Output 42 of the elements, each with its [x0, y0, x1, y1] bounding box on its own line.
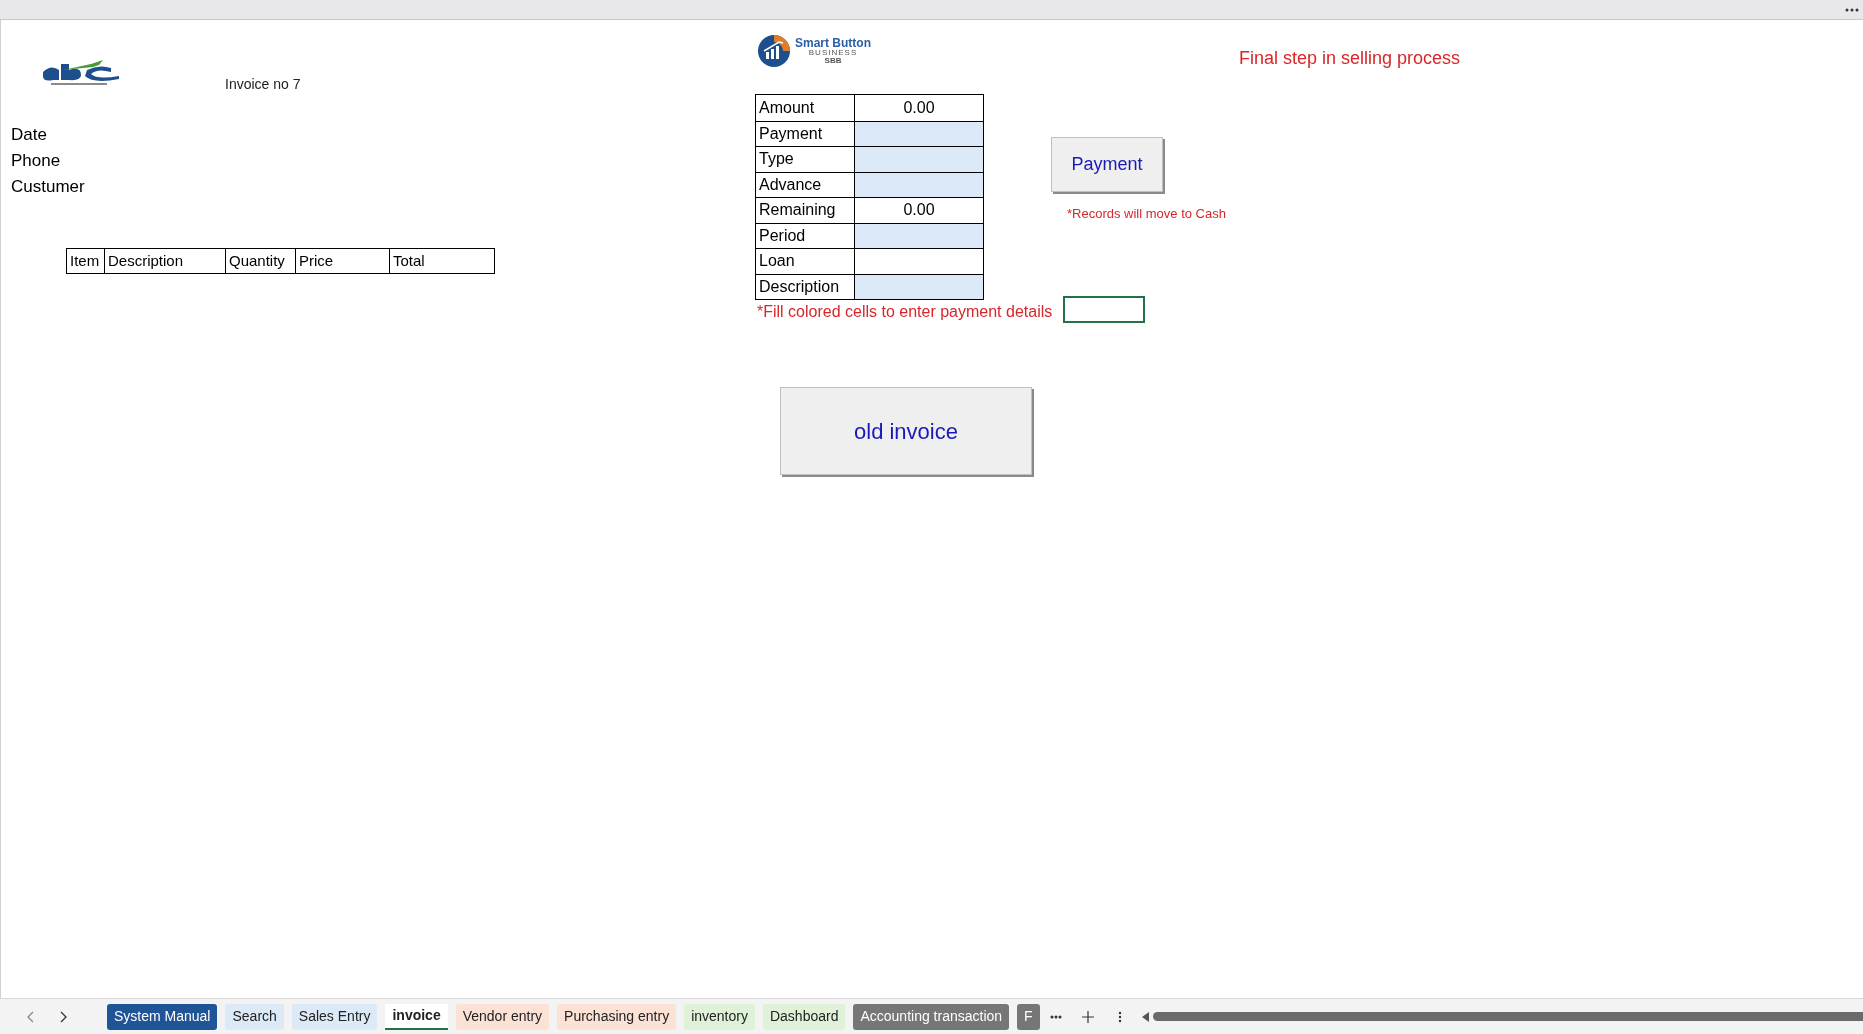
- column-header: Quantity: [225, 249, 295, 273]
- payment-button[interactable]: Payment: [1051, 137, 1163, 192]
- column-header: Description: [104, 249, 225, 273]
- value-cell[interactable]: [855, 274, 983, 299]
- sheet-tab[interactable]: Vendor entry: [455, 1003, 550, 1030]
- sheet-tab[interactable]: Purchasing entry: [557, 1003, 677, 1030]
- sheet-tab[interactable]: Sales Entry: [291, 1003, 378, 1030]
- sheet-tab[interactable]: inventory: [684, 1003, 755, 1030]
- scroll-left-icon[interactable]: [1141, 1011, 1149, 1022]
- sheet-tab[interactable]: invoice: [385, 1003, 448, 1030]
- previous-sheet-icon[interactable]: [27, 1010, 35, 1023]
- options-icon[interactable]: [1117, 1010, 1122, 1023]
- logo-name: Smart Button: [795, 37, 871, 49]
- column-header: Price: [295, 249, 389, 273]
- column-header: Item: [69, 250, 101, 271]
- field-label: Date: [11, 124, 48, 146]
- field-label: Phone: [11, 150, 62, 172]
- selected-cell[interactable]: [1063, 296, 1145, 323]
- field-label: Custumer: [11, 176, 85, 198]
- sheet-tab[interactable]: Accounting transaction: [853, 1003, 1010, 1030]
- headline: Final step in selling process: [1239, 47, 1461, 70]
- value-cell[interactable]: [855, 147, 983, 172]
- value-cell[interactable]: [855, 172, 983, 197]
- logo-tagline: BUSINESS: [808, 49, 858, 57]
- next-sheet-icon[interactable]: [59, 1010, 67, 1023]
- add-sheet-icon[interactable]: [1081, 1010, 1094, 1023]
- records-note: *Records will move to Cash: [1067, 205, 1226, 223]
- logo-abbreviation: SBB: [824, 57, 842, 65]
- horizontal-scrollbar[interactable]: [1152, 1012, 1863, 1021]
- sheet-tab[interactable]: System Manual: [107, 1003, 218, 1030]
- more-icon[interactable]: [1845, 7, 1859, 12]
- sheet-tab[interactable]: Search: [225, 1003, 284, 1030]
- column-header: Total: [389, 249, 494, 273]
- value-cell[interactable]: [855, 223, 983, 248]
- more-sheets-icon[interactable]: [1049, 1014, 1062, 1019]
- sheet-tab[interactable]: F: [1017, 1003, 1040, 1030]
- old-invoice-button[interactable]: old invoice: [780, 387, 1032, 475]
- fill-note: *Fill colored cells to enter payment details: [757, 302, 1053, 322]
- sheet-tab[interactable]: Dashboard: [762, 1003, 846, 1030]
- invoice-number: Invoice no 7: [225, 75, 301, 94]
- chart-logo-icon: [757, 34, 791, 68]
- value-cell[interactable]: [855, 121, 983, 146]
